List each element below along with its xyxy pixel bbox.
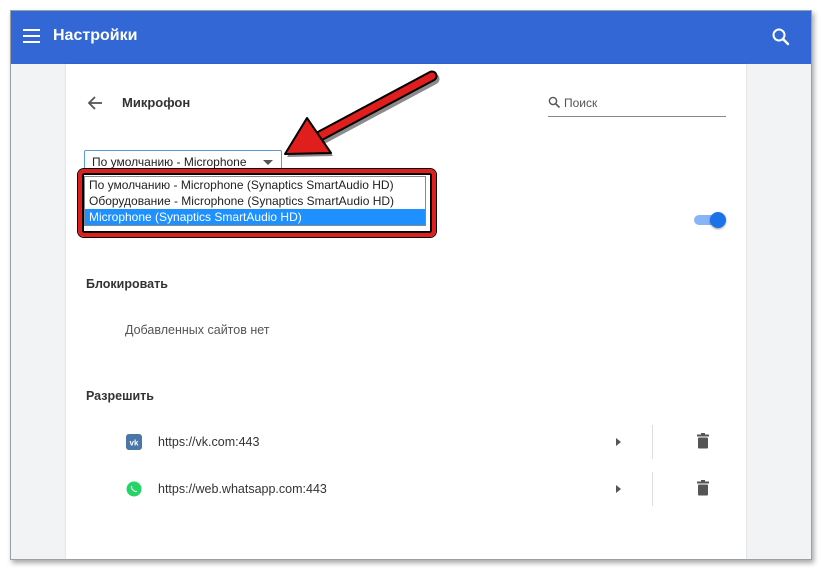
chevron-right-icon[interactable]	[616, 438, 621, 446]
site-url[interactable]: https://vk.com:443	[158, 435, 259, 449]
whatsapp-icon	[126, 481, 142, 497]
chevron-right-icon[interactable]	[616, 485, 621, 493]
microphone-select-value: По умолчанию - Microphone	[92, 155, 247, 169]
divider	[652, 425, 653, 459]
vk-icon: vk	[126, 434, 142, 450]
allowed-site-row[interactable]: vk https://vk.com:443	[66, 423, 746, 463]
allowed-site-row[interactable]: https://web.whatsapp.com:443	[66, 470, 746, 510]
trash-icon[interactable]	[696, 433, 710, 449]
trash-icon[interactable]	[696, 480, 710, 496]
ask-before-access-toggle[interactable]	[694, 212, 726, 228]
block-empty-text: Добавленных сайтов нет	[125, 323, 270, 337]
hamburger-icon[interactable]	[23, 29, 40, 43]
chevron-down-icon	[263, 160, 273, 165]
page-title: Микрофон	[122, 95, 191, 110]
annotation-highlight-frame	[78, 169, 436, 237]
arrow-left-icon[interactable]	[86, 94, 104, 112]
search-icon[interactable]	[771, 27, 791, 47]
divider	[652, 472, 653, 506]
app-title: Настройки	[53, 27, 138, 44]
top-bar: Настройки	[11, 11, 811, 64]
svg-text:vk: vk	[130, 439, 139, 448]
search-input[interactable]	[564, 94, 724, 112]
search-icon	[548, 96, 561, 109]
site-url[interactable]: https://web.whatsapp.com:443	[158, 482, 327, 496]
settings-window: Настройки Микрофон По умолчанию - Microp…	[10, 10, 812, 560]
block-section-heading: Блокировать	[86, 277, 168, 291]
search-field[interactable]	[548, 94, 726, 117]
allow-section-heading: Разрешить	[86, 389, 154, 403]
microphone-settings-panel: Микрофон По умолчанию - Microphone По ум…	[66, 64, 746, 559]
